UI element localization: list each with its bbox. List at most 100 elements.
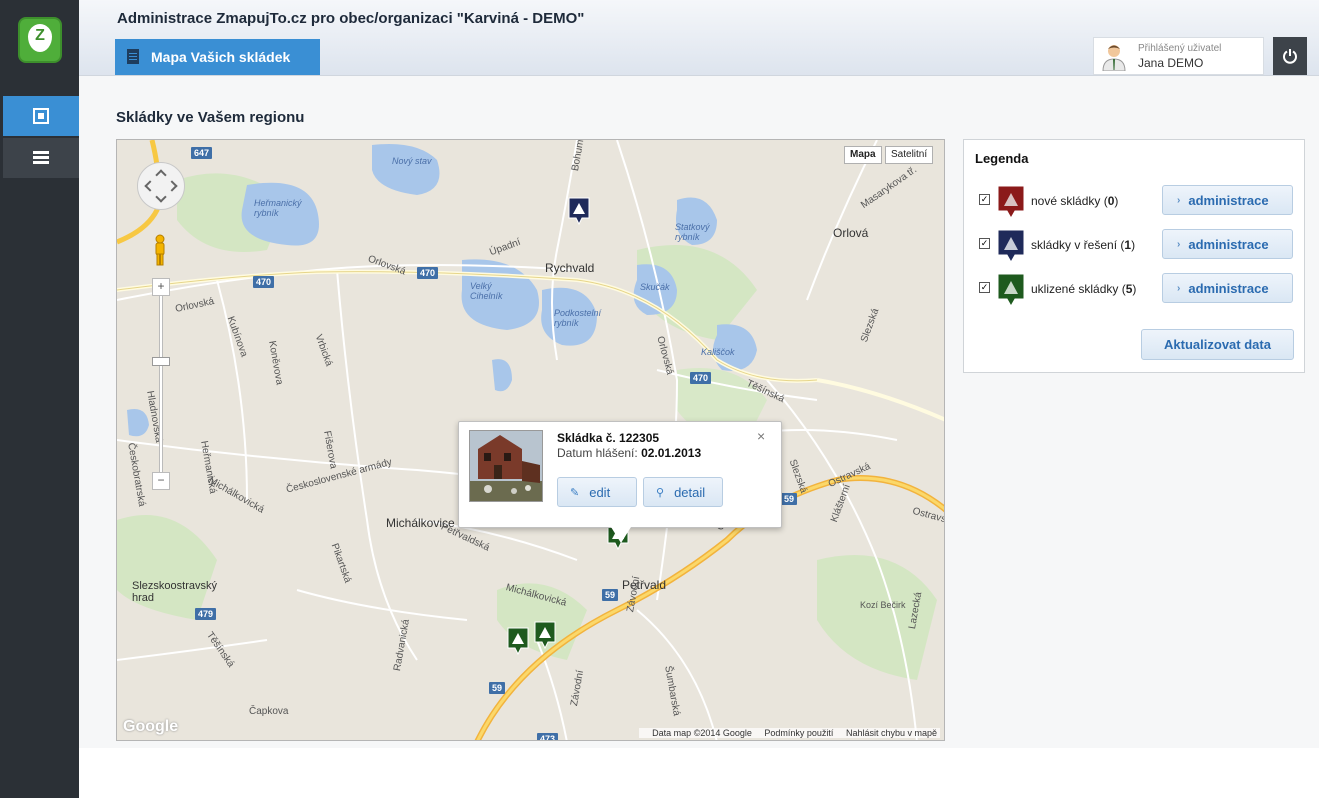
legend-new-count: 0 [1107,194,1115,208]
pan-right-icon[interactable] [166,180,178,192]
legend-new-checkbox[interactable]: ✓ [979,194,990,205]
chevron-right-icon: › [1177,194,1181,206]
user-name: Jana DEMO [1138,56,1204,70]
refresh-data-button[interactable]: Aktualizovat data [1141,329,1294,360]
user-avatar-icon [1102,45,1126,71]
map-label: Čapkova [249,706,289,717]
popup-date: Datum hlášení: 02.01.2013 [557,446,701,460]
logout-button[interactable] [1273,37,1307,75]
map-label: Kališčok [701,347,735,357]
map-view[interactable]: Nový stav Heřmanický rybník Bohumínská M… [116,139,945,741]
map-label: Slezskoostravský hrad [132,580,217,604]
list-icon [33,151,49,164]
legend-cleaned-label: uklizené skládky (5) [1031,282,1137,296]
popup-edit-label: edit [589,484,611,500]
cleaned-marker-icon [997,273,1025,307]
legend-cleaned-admin-button[interactable]: › administrace [1162,273,1293,303]
top-bar: Administrace ZmapujTo.cz pro obec/organi… [79,0,1319,76]
legend-in-progress-label: skládky v řešení (1) [1031,238,1136,252]
map-label: Nový stav [392,156,432,166]
legend-in-progress-admin-label: administrace [1188,236,1269,252]
map-label: Statkový rybník [675,222,710,242]
legend-cleaned-text: uklizené skládky [1031,282,1119,296]
sidebar-item-dashboard[interactable] [3,96,79,136]
road-number-badge: 470 [690,372,712,384]
map-type-satellite-button[interactable]: Satelitní [885,146,934,164]
power-icon [1283,49,1297,64]
map-label: Kozí Bečirk [860,600,906,610]
map-terms-link[interactable]: Podmínky použití [764,728,833,738]
google-logo: Google [123,718,179,735]
road-number-badge: 470 [417,267,439,279]
popup-detail-label: detail [674,484,706,500]
chevron-right-icon: › [1177,238,1181,250]
map-data-credit: Data map ©2014 Google [652,728,752,738]
marker-cleaned[interactable] [534,621,556,649]
pan-left-icon[interactable] [144,180,156,192]
popup-edit-button[interactable]: ✎ edit [557,477,637,507]
dump-photo-image [470,431,542,501]
pan-down-icon[interactable] [155,191,167,203]
marker-cleaned[interactable] [507,627,529,655]
legend-row-in-progress: ✓ skládky v řešení (1) › administrace [979,228,1299,264]
legend-in-progress-admin-button[interactable]: › administrace [1162,229,1293,259]
legend-title: Legenda [975,151,1029,166]
map-label: Podkostelní rybník [554,308,602,328]
map-footer: Data map ©2014 Google Podmínky použití N… [639,728,940,738]
map-report-error-link[interactable]: Nahlásit chybu v mapě [846,728,937,738]
sidebar: Z [0,0,79,798]
popup-pointer [611,527,631,543]
legend-in-progress-count: 1 [1124,238,1132,252]
app-logo[interactable]: Z [18,17,62,63]
legend-in-progress-text: skládky v řešení [1031,238,1118,252]
zoom-slider-track[interactable] [159,288,163,483]
tab-map[interactable]: Mapa Vašich skládek [115,39,320,75]
tab-map-label: Mapa Vašich skládek [151,49,291,65]
section-title: Skládky ve Vašem regionu [116,109,305,126]
pencil-icon: ✎ [570,486,580,499]
street-view-pegman-icon[interactable] [153,234,167,266]
marker-in-progress[interactable] [568,197,590,225]
user-info[interactable]: Přihlášený uživatel Jana DEMO [1093,37,1264,75]
user-label: Přihlášený uživatel [1138,43,1222,54]
sidebar-item-list[interactable] [3,138,79,178]
chevron-right-icon: › [1177,282,1181,294]
map-label: Velký Cihelník [470,281,503,301]
road-number-badge: 470 [253,276,275,288]
map-type-mapa-button[interactable]: Mapa [844,146,882,164]
pan-control[interactable] [137,162,185,210]
legend-cleaned-checkbox[interactable]: ✓ [979,282,990,293]
legend-cleaned-count: 5 [1125,282,1133,296]
zoom-out-button[interactable]: − [152,472,170,490]
magnifier-icon: ⚲ [656,486,665,499]
legend-row-cleaned: ✓ uklizené skládky (5) › administrace [979,272,1299,308]
in-progress-marker-icon [997,229,1025,263]
dashboard-icon [33,108,49,124]
legend-new-admin-button[interactable]: › administrace [1162,185,1293,215]
zoom-in-button[interactable]: + [152,278,170,296]
dump-photo[interactable] [469,430,543,502]
popup-date-label: Datum hlášení: [557,446,638,460]
zoom-slider-handle[interactable] [152,357,170,366]
marker-info-popup: Skládka č. 122305 Datum hlášení: 02.01.2… [458,421,782,528]
popup-date-value: 02.01.2013 [641,446,702,460]
map-label: Skučák [640,282,670,292]
main-content: Skládky ve Vašem regionu Nový stav Heřma… [79,76,1319,748]
road-number-badge: 59 [781,493,798,505]
map-label: Orlová [833,226,869,240]
new-dump-marker-icon [997,185,1025,219]
map-pin-icon: Z [28,24,52,52]
popup-title: Skládka č. 122305 [557,431,660,445]
legend-in-progress-checkbox[interactable]: ✓ [979,238,990,249]
legend-panel: Legenda ✓ nové skládky (0) › administrac… [963,139,1305,373]
legend-new-label: nové skládky (0) [1031,194,1119,208]
legend-new-text: nové skládky [1031,194,1101,208]
road-number-badge: 473 [537,733,559,740]
pan-up-icon[interactable] [155,169,167,181]
logo-letter: Z [35,27,45,44]
popup-close-icon[interactable]: × [757,428,765,444]
road-number-badge: 479 [195,608,217,620]
popup-detail-button[interactable]: ⚲ detail [643,477,723,507]
legend-cleaned-admin-label: administrace [1188,280,1269,296]
legend-row-new: ✓ nové skládky (0) › administrace [979,184,1299,220]
